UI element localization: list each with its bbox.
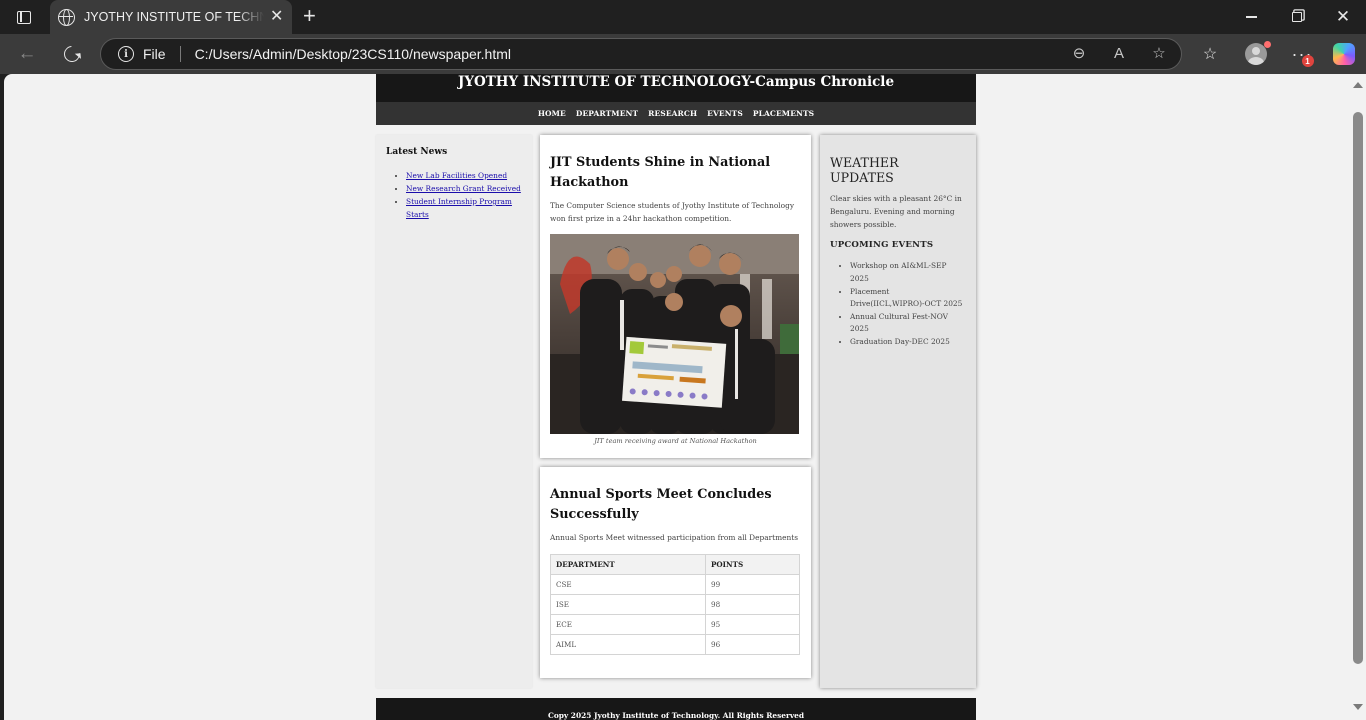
- reload-button[interactable]: [59, 42, 85, 66]
- list-item: Placement Drive(IICL,WIPRO)-OCT 2025: [850, 286, 966, 311]
- nav-department[interactable]: DEPARTMENT: [576, 109, 638, 118]
- favorites-icon[interactable]: ☆: [1196, 42, 1224, 66]
- table-header-row: DEPARTMENT POINTS: [550, 553, 800, 575]
- table-row: ECE 95: [550, 613, 800, 635]
- list-item: Workshop on AI&ML-SEP 2025: [850, 260, 966, 285]
- site-header: JYOTHY INSTITUTE OF TECHNOLOGY-Campus Ch…: [376, 74, 976, 102]
- read-aloud-icon[interactable]: A: [1109, 45, 1129, 63]
- tab-actions-icon[interactable]: [10, 6, 38, 28]
- photo-caption: JIT team receiving award at National Hac…: [594, 437, 757, 445]
- nav-placements[interactable]: PLACEMENTS: [753, 109, 814, 118]
- points-cell: 95: [705, 613, 800, 635]
- column-header-department: DEPARTMENT: [550, 553, 706, 575]
- more-menu-icon[interactable]: ··· 1: [1288, 42, 1316, 67]
- copilot-button[interactable]: [1330, 42, 1358, 66]
- tab-title: JYOTHY INSTITUTE OF TECHNOLOGY-Campus Ch…: [84, 10, 264, 24]
- news-link[interactable]: Student Internship Program Starts: [406, 197, 512, 219]
- site-nav: HOME DEPARTMENT RESEARCH EVENTS PLACEMEN…: [376, 102, 976, 125]
- address-prefix: File: [143, 46, 166, 62]
- points-cell: 99: [705, 573, 800, 595]
- department-cell: AIML: [550, 633, 706, 655]
- site-footer: Copy 2025 Jyothy Institute of Technology…: [376, 698, 976, 720]
- events-list: Workshop on AI&ML-SEP 2025 Placement Dri…: [830, 260, 966, 348]
- list-item: New Lab Facilities Opened: [406, 169, 522, 182]
- list-item: New Research Grant Received: [406, 182, 522, 195]
- department-cell: ISE: [550, 593, 706, 615]
- events-heading: UPCOMING EVENTS: [830, 240, 934, 251]
- site-title: JYOTHY INSTITUTE OF TECHNOLOGY-Campus Ch…: [457, 74, 895, 90]
- table-row: CSE 99: [550, 573, 800, 595]
- zoom-out-icon[interactable]: ⊖: [1069, 45, 1089, 63]
- nav-home[interactable]: HOME: [538, 109, 566, 118]
- points-cell: 98: [705, 593, 800, 615]
- article-headline: JIT Students Shine in National Hackathon: [550, 155, 771, 190]
- scroll-down-arrow-icon[interactable]: [1353, 704, 1363, 710]
- list-item: Graduation Day-DEC 2025: [850, 336, 966, 349]
- browser-toolbar: ← i File C:/Users/Admin/Desktop/23CS110/…: [0, 34, 1366, 74]
- nav-research[interactable]: RESEARCH: [648, 109, 697, 118]
- weather-heading: WEATHER UPDATES: [830, 155, 899, 185]
- hackathon-article: JIT Students Shine in National Hackathon…: [540, 135, 811, 458]
- news-link[interactable]: New Lab Facilities Opened: [406, 171, 507, 180]
- reload-icon: [60, 42, 84, 66]
- news-link[interactable]: New Research Grant Received: [406, 184, 521, 193]
- list-item: Annual Cultural Fest-NOV 2025: [850, 311, 966, 336]
- points-cell: 96: [705, 633, 800, 655]
- close-window-button[interactable]: ✕: [1320, 0, 1366, 34]
- latest-news-list: New Lab Facilities Opened New Research G…: [386, 169, 522, 221]
- browser-tab[interactable]: JYOTHY INSTITUTE OF TECHNOLOGY-Campus Ch…: [50, 0, 292, 34]
- article-body: Annual Sports Meet witnessed participati…: [550, 533, 799, 542]
- profile-button[interactable]: [1242, 41, 1271, 66]
- hackathon-photo-image: [550, 234, 799, 434]
- globe-icon: [58, 8, 75, 26]
- favorite-star-icon[interactable]: ☆: [1149, 45, 1169, 63]
- article-headline: Annual Sports Meet Concludes Successfull…: [550, 487, 772, 522]
- profile-alert-dot: [1264, 41, 1271, 48]
- address-bar[interactable]: i File C:/Users/Admin/Desktop/23CS110/ne…: [100, 38, 1182, 70]
- url-text[interactable]: C:/Users/Admin/Desktop/23CS110/newspaper…: [195, 46, 511, 62]
- department-cell: CSE: [550, 573, 706, 595]
- points-table: DEPARTMENT POINTS CSE 99 ISE 98 ECE 95 A…: [550, 553, 800, 655]
- address-separator: [179, 46, 181, 62]
- scroll-up-arrow-icon[interactable]: [1353, 82, 1363, 88]
- latest-news-heading: Latest News: [386, 147, 448, 157]
- newspaper-site: JYOTHY INSTITUTE OF TECHNOLOGY-Campus Ch…: [376, 74, 976, 720]
- sports-article: Annual Sports Meet Concludes Successfull…: [540, 467, 811, 678]
- maximize-button[interactable]: [1274, 0, 1320, 34]
- list-item: Student Internship Program Starts: [406, 195, 522, 221]
- article-body: The Computer Science students of Jyothy …: [550, 201, 794, 223]
- scroll-thumb[interactable]: [1353, 112, 1363, 664]
- back-button[interactable]: ←: [14, 42, 40, 66]
- nav-events[interactable]: EVENTS: [707, 109, 743, 118]
- new-tab-button[interactable]: +: [303, 5, 316, 27]
- hackathon-photo: [550, 234, 799, 434]
- table-row: AIML 96: [550, 633, 800, 655]
- browser-titlebar: JYOTHY INSTITUTE OF TECHNOLOGY-Campus Ch…: [0, 0, 1366, 34]
- table-row: ISE 98: [550, 593, 800, 615]
- weather-text: Clear skies with a pleasant 26°C in Beng…: [830, 194, 962, 229]
- close-tab-icon[interactable]: ✕: [270, 9, 283, 25]
- notification-badge: 1: [1302, 55, 1314, 67]
- minimize-button[interactable]: [1228, 0, 1274, 34]
- vertical-scrollbar[interactable]: [1350, 74, 1366, 720]
- info-icon[interactable]: i: [118, 46, 134, 62]
- department-cell: ECE: [550, 613, 706, 635]
- copilot-icon: [1333, 43, 1355, 65]
- column-header-points: POINTS: [705, 553, 800, 575]
- page-viewport: JYOTHY INSTITUTE OF TECHNOLOGY-Campus Ch…: [4, 74, 1366, 720]
- latest-news-sidebar: Latest News New Lab Facilities Opened Ne…: [376, 135, 532, 688]
- footer-text: Copy 2025 Jyothy Institute of Technology…: [547, 711, 805, 720]
- weather-events-sidebar: WEATHER UPDATES Clear skies with a pleas…: [820, 135, 976, 688]
